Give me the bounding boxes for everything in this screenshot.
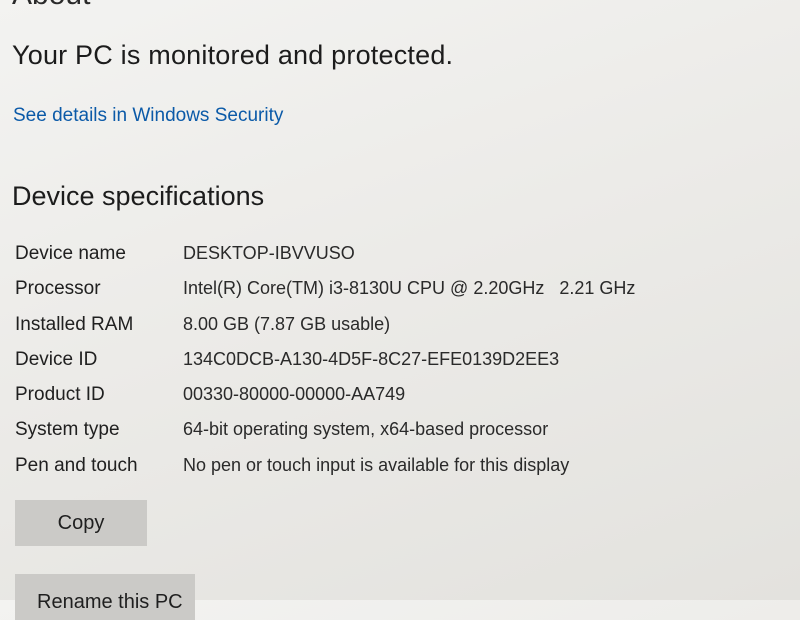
spec-label: Pen and touch bbox=[15, 454, 138, 476]
spec-value: 64-bit operating system, x64-based proce… bbox=[183, 419, 549, 440]
device-specifications-table: Device name DESKTOP-IBVVUSO Processor In… bbox=[15, 243, 775, 490]
spec-label: Device name bbox=[15, 243, 126, 264]
spec-label: System type bbox=[15, 419, 120, 441]
rename-this-pc-button[interactable]: Rename this PC bbox=[15, 574, 195, 620]
spec-value: 00330-80000-00000-AA749 bbox=[183, 384, 406, 405]
spec-row-processor: Processor Intel(R) Core(TM) i3-8130U CPU… bbox=[15, 278, 775, 313]
security-status-text: Your PC is monitored and protected. bbox=[12, 40, 454, 70]
spec-label: Device ID bbox=[15, 348, 98, 370]
spec-row-device-name: Device name DESKTOP-IBVVUSO bbox=[15, 243, 775, 278]
copy-button[interactable]: Copy bbox=[15, 500, 147, 546]
spec-value: Intel(R) Core(TM) i3-8130U CPU @ 2.20GHz… bbox=[183, 278, 636, 299]
spec-value: 134C0DCB-A130-4D5F-8C27-EFE0139D2EE3 bbox=[183, 348, 560, 369]
spec-label: Product ID bbox=[15, 384, 105, 406]
spec-value: DESKTOP-IBVVUSO bbox=[183, 243, 355, 263]
spec-row-pen-and-touch: Pen and touch No pen or touch input is a… bbox=[15, 455, 775, 490]
spec-row-system-type: System type 64-bit operating system, x64… bbox=[15, 419, 775, 454]
page-title: About bbox=[12, 0, 90, 12]
spec-value: 8.00 GB (7.87 GB usable) bbox=[183, 313, 391, 334]
spec-label: Processor bbox=[15, 278, 101, 300]
spec-row-device-id: Device ID 134C0DCB-A130-4D5F-8C27-EFE013… bbox=[15, 349, 775, 384]
spec-row-installed-ram: Installed RAM 8.00 GB (7.87 GB usable) bbox=[15, 314, 775, 349]
spec-value: No pen or touch input is available for t… bbox=[183, 454, 570, 475]
spec-label: Installed RAM bbox=[15, 313, 134, 335]
windows-security-link[interactable]: See details in Windows Security bbox=[13, 105, 283, 127]
device-specifications-heading: Device specifications bbox=[12, 181, 265, 211]
spec-row-product-id: Product ID 00330-80000-00000-AA749 bbox=[15, 384, 775, 419]
about-settings-page: About Your PC is monitored and protected… bbox=[0, 0, 800, 620]
